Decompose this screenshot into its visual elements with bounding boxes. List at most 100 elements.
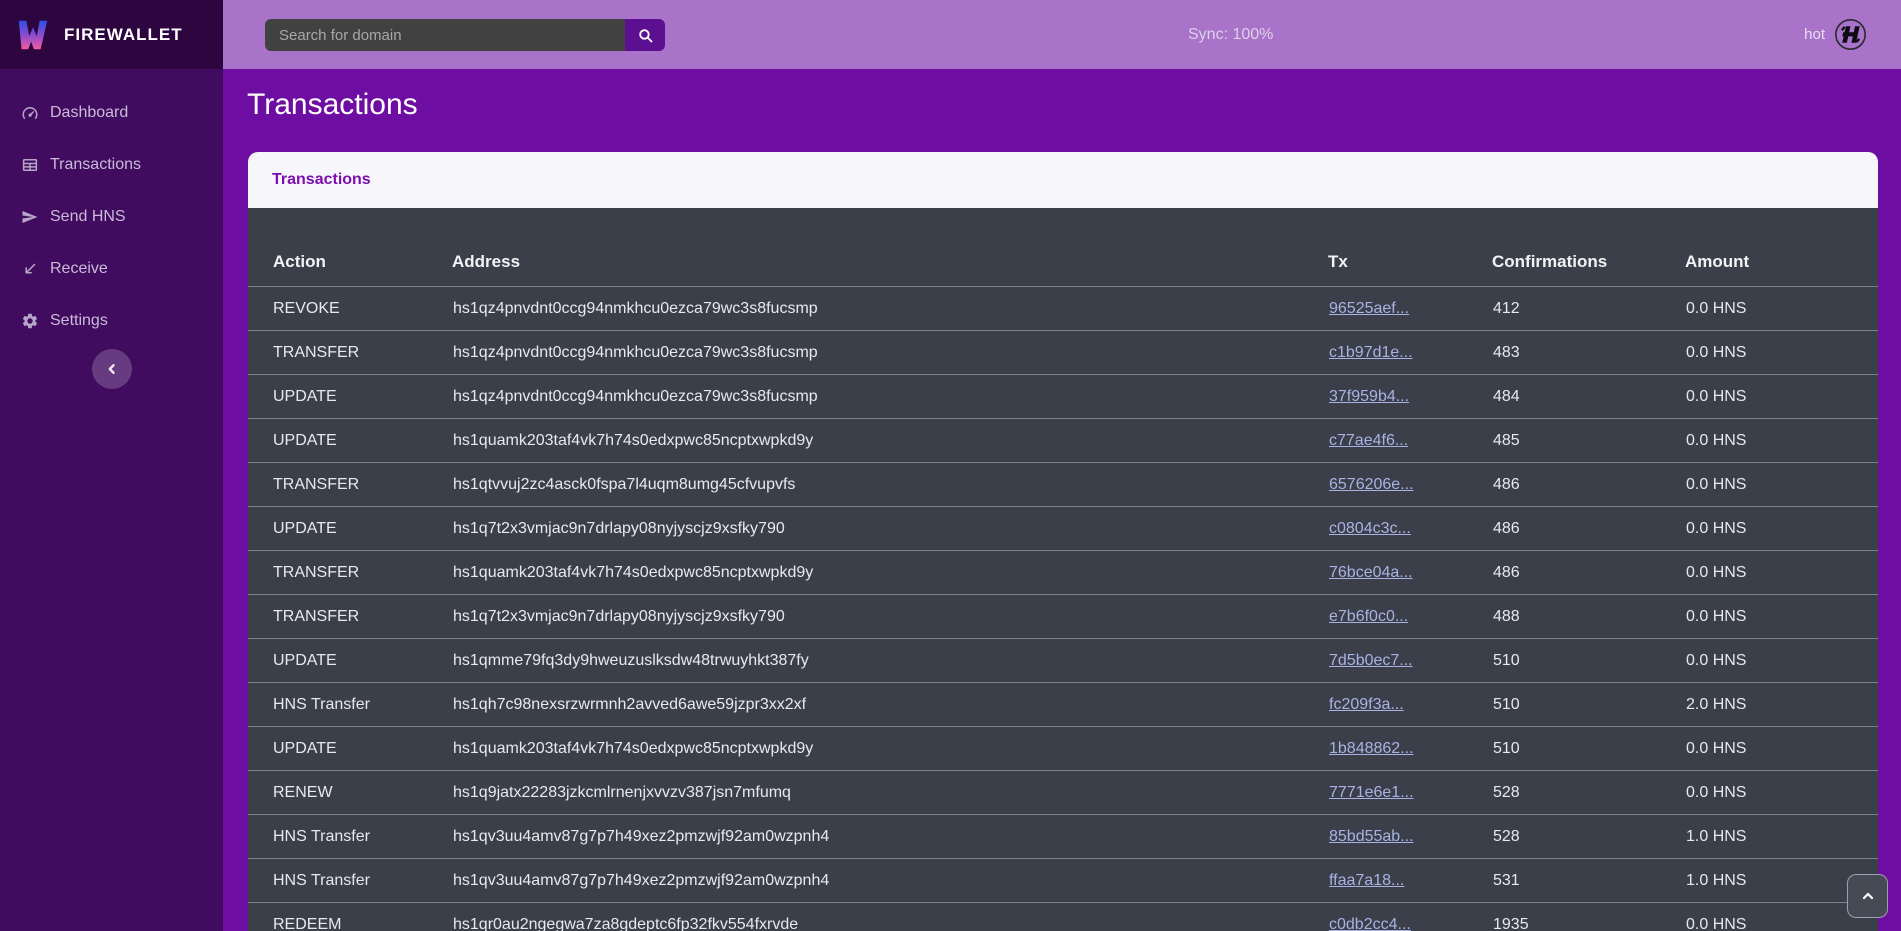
tx-cell: 7d5b0ec7... — [1328, 639, 1492, 683]
tx-link[interactable]: 85bd55ab... — [1329, 828, 1414, 845]
sidebar-item-settings[interactable]: Settings — [0, 295, 223, 347]
tx-cell: 76bce04a... — [1328, 551, 1492, 595]
column-header-tx: Tx — [1328, 208, 1492, 287]
address-cell: hs1q7t2x3vmjac9n7drlapy08nyjyscjz9xsfky7… — [452, 595, 1328, 639]
action-cell: REDEEM — [248, 903, 452, 931]
firewallet-w-logo-icon — [14, 16, 52, 54]
amount-cell: 0.0 HNS — [1685, 639, 1878, 683]
tx-link[interactable]: c77ae4f6... — [1329, 432, 1408, 449]
address-cell: hs1q7t2x3vmjac9n7drlapy08nyjyscjz9xsfky7… — [452, 507, 1328, 551]
address-cell: hs1quamk203taf4vk7h74s0edxpwc85ncptxwpkd… — [452, 727, 1328, 771]
dashboard-icon — [20, 104, 39, 123]
confirmations-cell: 485 — [1492, 419, 1685, 463]
table-row: HNS Transferhs1qv3uu4amv87g7p7h49xez2pmz… — [248, 815, 1878, 859]
search-input[interactable] — [265, 19, 625, 51]
sidebar-item-send-hns[interactable]: Send HNS — [0, 191, 223, 243]
tx-link[interactable]: ffaa7a18... — [1329, 872, 1404, 889]
tx-link[interactable]: c1b97d1e... — [1329, 344, 1413, 361]
tx-link[interactable]: e7b6f0c0... — [1329, 608, 1408, 625]
sidebar-item-label: Receive — [50, 260, 108, 278]
transactions-table: ActionAddressTxConfirmationsAmount REVOK… — [248, 208, 1878, 931]
card-title: Transactions — [272, 171, 371, 189]
brand-name: FIREWALLET — [64, 25, 183, 45]
sidebar-item-receive[interactable]: Receive — [0, 243, 223, 295]
action-cell: UPDATE — [248, 727, 452, 771]
address-cell: hs1quamk203taf4vk7h74s0edxpwc85ncptxwpkd… — [452, 419, 1328, 463]
tx-link[interactable]: 7771e6e1... — [1329, 784, 1414, 801]
search-button[interactable] — [625, 19, 665, 51]
column-header-action: Action — [248, 208, 452, 287]
transactions-card: Transactions ActionAddressTxConfirmation… — [248, 152, 1878, 931]
tx-link[interactable]: c0db2cc4... — [1329, 916, 1411, 931]
tx-cell: c0db2cc4... — [1328, 903, 1492, 931]
address-cell: hs1quamk203taf4vk7h74s0edxpwc85ncptxwpkd… — [452, 551, 1328, 595]
sidebar-item-dashboard[interactable]: Dashboard — [0, 87, 223, 139]
confirmations-cell: 531 — [1492, 859, 1685, 903]
action-cell: UPDATE — [248, 507, 452, 551]
handshake-logo-icon — [1834, 18, 1867, 51]
sidebar-collapse-button[interactable] — [92, 349, 132, 389]
tx-link[interactable]: 76bce04a... — [1329, 564, 1413, 581]
send-icon — [20, 208, 39, 227]
tx-link[interactable]: c0804c3c... — [1329, 520, 1411, 537]
address-cell: hs1qz4pnvdnt0ccg94nmkhcu0ezca79wc3s8fucs… — [452, 287, 1328, 331]
tx-link[interactable]: 6576206e... — [1329, 476, 1414, 493]
table-row: UPDATEhs1quamk203taf4vk7h74s0edxpwc85ncp… — [248, 419, 1878, 463]
table-row: UPDATEhs1qmme79fq3dy9hweuzuslksdw48trwuy… — [248, 639, 1878, 683]
confirmations-cell: 488 — [1492, 595, 1685, 639]
tx-link[interactable]: 96525aef... — [1329, 300, 1409, 317]
confirmations-cell: 528 — [1492, 771, 1685, 815]
tx-cell: 37f959b4... — [1328, 375, 1492, 419]
tx-link[interactable]: 1b848862... — [1329, 740, 1414, 757]
tx-link[interactable]: fc209f3a... — [1329, 696, 1404, 713]
action-cell: TRANSFER — [248, 331, 452, 375]
action-cell: HNS Transfer — [248, 683, 452, 727]
chevron-left-icon — [103, 360, 121, 378]
action-cell: TRANSFER — [248, 551, 452, 595]
action-cell: UPDATE — [248, 639, 452, 683]
amount-cell: 0.0 HNS — [1685, 771, 1878, 815]
receive-icon — [20, 260, 39, 279]
address-cell: hs1q9jatx22283jzkcmlrnenjxvvzv387jsn7mfu… — [452, 771, 1328, 815]
confirmations-cell: 510 — [1492, 727, 1685, 771]
confirmations-cell: 486 — [1492, 551, 1685, 595]
table-row: HNS Transferhs1qv3uu4amv87g7p7h49xez2pmz… — [248, 859, 1878, 903]
settings-icon — [20, 312, 39, 331]
confirmations-cell: 484 — [1492, 375, 1685, 419]
tx-link[interactable]: 37f959b4... — [1329, 388, 1409, 405]
sidebar-item-label: Dashboard — [50, 104, 128, 122]
sidebar-nav: Dashboard TransactionsSend HNS Receive Sett… — [0, 69, 223, 347]
wallet-name: hot — [1804, 26, 1825, 43]
tx-cell: 7771e6e1... — [1328, 771, 1492, 815]
table-row: UPDATEhs1q7t2x3vmjac9n7drlapy08nyjyscjz9… — [248, 507, 1878, 551]
confirmations-cell: 412 — [1492, 287, 1685, 331]
address-cell: hs1qv3uu4amv87g7p7h49xez2pmzwjf92am0wzpn… — [452, 815, 1328, 859]
amount-cell: 0.0 HNS — [1685, 551, 1878, 595]
confirmations-cell: 510 — [1492, 683, 1685, 727]
scroll-to-top-button[interactable] — [1847, 874, 1888, 918]
tx-cell: 6576206e... — [1328, 463, 1492, 507]
action-cell: UPDATE — [248, 375, 452, 419]
topbar: Sync: 100% hot — [223, 0, 1901, 69]
transactions-table-body: REVOKEhs1qz4pnvdnt0ccg94nmkhcu0ezca79wc3… — [248, 287, 1878, 931]
sync-status: Sync: 100% — [1188, 0, 1273, 69]
transactions-icon — [20, 156, 39, 175]
sidebar-item-transactions[interactable]: Transactions — [0, 139, 223, 191]
confirmations-cell: 483 — [1492, 331, 1685, 375]
amount-cell: 0.0 HNS — [1685, 375, 1878, 419]
table-row: RENEWhs1q9jatx22283jzkcmlrnenjxvvzv387js… — [248, 771, 1878, 815]
confirmations-cell: 528 — [1492, 815, 1685, 859]
wallet-indicator[interactable]: hot — [1804, 0, 1867, 69]
tx-cell: 96525aef... — [1328, 287, 1492, 331]
amount-cell: 0.0 HNS — [1685, 331, 1878, 375]
action-cell: REVOKE — [248, 287, 452, 331]
confirmations-cell: 1935 — [1492, 903, 1685, 931]
table-row: TRANSFERhs1qtvvuj2zc4asck0fspa7l4uqm8umg… — [248, 463, 1878, 507]
amount-cell: 1.0 HNS — [1685, 815, 1878, 859]
table-row: REVOKEhs1qz4pnvdnt0ccg94nmkhcu0ezca79wc3… — [248, 287, 1878, 331]
action-cell: HNS Transfer — [248, 859, 452, 903]
table-row: HNS Transferhs1qh7c98nexsrzwrmnh2avved6a… — [248, 683, 1878, 727]
table-row: TRANSFERhs1qz4pnvdnt0ccg94nmkhcu0ezca79w… — [248, 331, 1878, 375]
tx-link[interactable]: 7d5b0ec7... — [1329, 652, 1413, 669]
address-cell: hs1qr0au2ngegwa7za8gdeptc6fp32fkv554fxrv… — [452, 903, 1328, 931]
